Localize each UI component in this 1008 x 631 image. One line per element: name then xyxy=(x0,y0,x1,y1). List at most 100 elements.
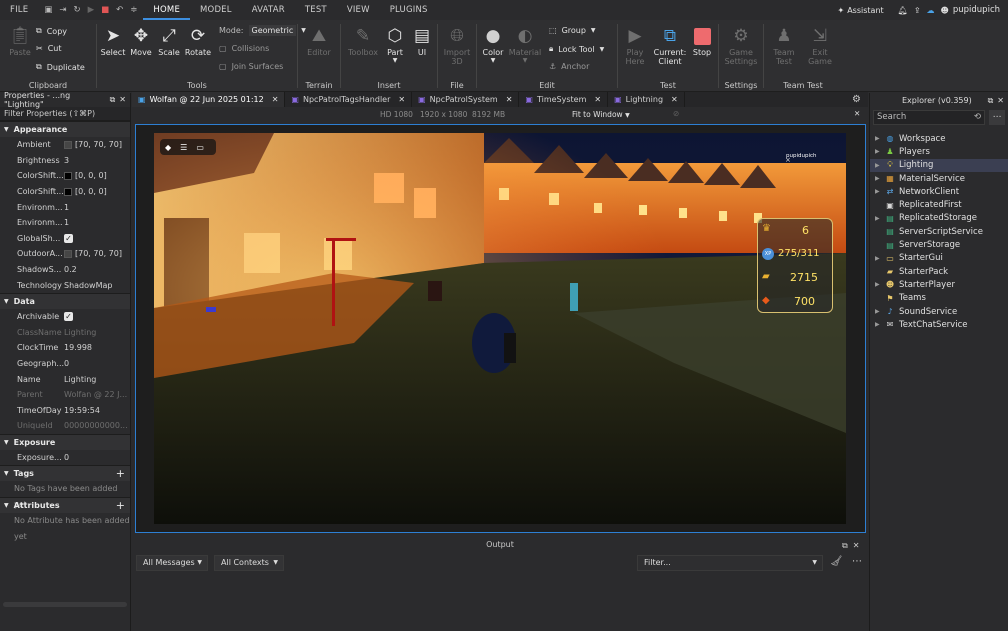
explorer-item-replicatedstorage[interactable]: ▶ ▤ ReplicatedStorage xyxy=(870,212,1008,225)
explorer-item-replicatedfirst[interactable]: ▣ ReplicatedFirst xyxy=(870,198,1008,211)
property-value[interactable]: 0 xyxy=(64,359,130,368)
property-row[interactable]: Geograph... 0 xyxy=(0,356,130,372)
explorer-search-input[interactable]: Search ⟲ xyxy=(873,110,985,125)
history-icon[interactable]: ⟲ xyxy=(974,111,981,124)
expand-arrow-icon[interactable]: ▶ xyxy=(875,308,881,315)
output-log[interactable] xyxy=(132,574,868,631)
explorer-item-workspace[interactable]: ▶ ◍ Workspace xyxy=(870,132,1008,145)
explorer-item-soundservice[interactable]: ▶ ♪ SoundService xyxy=(870,305,1008,318)
explorer-more-icon[interactable]: ⋯ xyxy=(989,110,1005,125)
expand-arrow-icon[interactable]: ▶ xyxy=(875,255,881,262)
game-settings-button[interactable]: ⚙ Game Settings xyxy=(723,26,759,66)
checkbox-checked-icon[interactable]: ✓ xyxy=(64,312,73,322)
exit-game-button[interactable]: ⇲ Exit Game xyxy=(804,26,836,66)
add-tag-icon[interactable]: + xyxy=(116,467,125,480)
toolbox-button[interactable]: ✎ Toolbox xyxy=(345,26,381,57)
explorer-item-startergui[interactable]: ▶ ▭ StarterGui xyxy=(870,252,1008,265)
undock-icon[interactable]: ⧉ xyxy=(842,541,848,551)
all-messages-dropdown[interactable]: All Messages ▼ xyxy=(136,555,208,571)
appearance-section[interactable]: ▼ Appearance xyxy=(0,121,130,137)
property-row[interactable]: Ambient [70, 70, 70] xyxy=(0,137,130,153)
menu-home[interactable]: HOME xyxy=(143,0,191,20)
publish-icon[interactable]: ⇥ xyxy=(59,5,66,15)
scale-button[interactable]: ⤢ Scale xyxy=(155,26,183,57)
terrain-editor-button[interactable]: ⛰ Editor xyxy=(304,26,334,57)
stop-button[interactable]: Stop xyxy=(688,26,716,57)
property-row[interactable]: ClassName Lighting xyxy=(0,325,130,341)
close-icon[interactable]: × xyxy=(785,156,791,164)
property-row[interactable]: Archivable ✓ xyxy=(0,309,130,325)
more-icon[interactable]: ≑ xyxy=(130,5,137,15)
menu-model[interactable]: MODEL xyxy=(190,0,242,20)
chat-bubble-icon[interactable]: ▭ xyxy=(196,143,204,152)
undock-icon[interactable]: ⧉ xyxy=(110,95,116,105)
hamburger-icon[interactable]: ☰ xyxy=(180,143,187,152)
move-button[interactable]: ✥ Move xyxy=(127,26,155,57)
explorer-item-networkclient[interactable]: ▶ ⇄ NetworkClient xyxy=(870,185,1008,198)
color-swatch-icon[interactable] xyxy=(64,140,72,149)
property-row[interactable]: OutdoorA... [70, 70, 70] xyxy=(0,246,130,262)
stop-icon[interactable]: ■ xyxy=(101,5,109,15)
property-row[interactable]: UniqueId 00000000000... xyxy=(0,418,130,434)
rotate-device-icon[interactable]: ⊘ xyxy=(673,109,679,118)
play-here-button[interactable]: ▶ Play Here xyxy=(620,26,650,66)
menu-view[interactable]: VIEW xyxy=(337,0,380,20)
explorer-item-lighting[interactable]: ▶ 💡︎ Lighting xyxy=(870,158,1008,172)
close-icon[interactable]: ✕ xyxy=(997,96,1004,106)
expand-arrow-icon[interactable]: ▶ xyxy=(875,215,881,222)
property-value[interactable]: ShadowMap xyxy=(64,281,130,290)
mode-dropdown[interactable]: Mode: Geometric ▼ xyxy=(219,25,306,36)
refresh-icon[interactable]: ↻ xyxy=(73,5,80,15)
property-value[interactable]: [70, 70, 70] xyxy=(64,249,130,258)
anchor-button[interactable]: ⚓︎ Anchor xyxy=(549,62,589,71)
rotate-button[interactable]: ⟳ Rotate xyxy=(183,26,213,57)
roblox-menu-icon[interactable]: ◆ xyxy=(165,143,171,152)
team-test-button[interactable]: ♟ Team Test xyxy=(768,26,800,66)
expand-arrow-icon[interactable]: ▶ xyxy=(875,321,881,328)
user-icon[interactable]: ☻ xyxy=(941,6,949,15)
tab-settings-icon[interactable]: ⚙ xyxy=(852,94,861,105)
menu-avatar[interactable]: AVATAR xyxy=(242,0,295,20)
collisions-toggle[interactable]: ▢ Collisions xyxy=(219,44,269,53)
part-button[interactable]: ⬡ Part ▼ xyxy=(381,26,409,64)
checkbox-checked-icon[interactable]: ✓ xyxy=(64,233,73,243)
group-button[interactable]: ⬚ Group ▼ xyxy=(549,26,596,35)
property-value[interactable]: 19.998 xyxy=(64,343,130,352)
menu-file[interactable]: FILE xyxy=(0,0,38,20)
output-filter-input[interactable]: Filter... ▼ xyxy=(637,555,823,571)
property-value[interactable]: ✓ xyxy=(64,233,130,243)
expand-arrow-icon[interactable]: ▶ xyxy=(875,135,881,142)
close-emulator-icon[interactable]: ✕ xyxy=(854,109,860,118)
property-value[interactable]: 0.2 xyxy=(64,265,130,274)
ui-button[interactable]: ▤ UI xyxy=(409,26,435,57)
expand-arrow-icon[interactable]: ▶ xyxy=(875,281,881,288)
clear-output-icon[interactable]: 🧹︎ xyxy=(830,556,843,567)
tab-lightning[interactable]: ▣ Lightning ✕ xyxy=(608,92,685,107)
property-value[interactable]: [70, 70, 70] xyxy=(64,140,130,149)
more-options-icon[interactable]: ⋯ xyxy=(852,556,862,567)
property-value[interactable]: [0, 0, 0] xyxy=(64,171,130,180)
expand-arrow-icon[interactable]: ▶ xyxy=(875,188,881,195)
cut-button[interactable]: ✂ Cut xyxy=(36,44,62,53)
property-row[interactable]: GlobalSh... ✓ xyxy=(0,231,130,247)
exposure-section[interactable]: ▼ Exposure xyxy=(0,433,130,450)
explorer-item-serverscriptservice[interactable]: ▤ ServerScriptService xyxy=(870,225,1008,238)
close-tab-icon[interactable]: ✕ xyxy=(506,95,513,104)
close-tab-icon[interactable]: ✕ xyxy=(272,95,279,104)
expand-arrow-icon[interactable]: ▶ xyxy=(875,175,881,182)
tab-wolfan-22-jun-2025-01-12[interactable]: ▣ Wolfan @ 22 Jun 2025 01:12 ✕ xyxy=(132,92,286,107)
property-row[interactable]: TimeOfDay 19:59:54 xyxy=(0,403,130,419)
close-tab-icon[interactable]: ✕ xyxy=(594,95,601,104)
property-row[interactable]: ShadowS... 0.2 xyxy=(0,262,130,278)
close-icon[interactable]: ✕ xyxy=(853,541,860,551)
assistant-button[interactable]: ✦ Assistant xyxy=(838,6,884,15)
material-button[interactable]: ◐ Material ▼ xyxy=(507,26,543,64)
tab-npcpatrolsystem[interactable]: ▣ NpcPatrolSystem ✕ xyxy=(412,92,520,107)
property-value[interactable]: 1 xyxy=(64,218,130,227)
color-swatch-icon[interactable] xyxy=(64,249,72,258)
explorer-item-starterpack[interactable]: ▰ StarterPack xyxy=(870,265,1008,278)
undock-icon[interactable]: ⧉ xyxy=(988,96,994,106)
explorer-item-players[interactable]: ▶ ♟ Players xyxy=(870,145,1008,158)
game-scene[interactable]: ◆ ☰ ▭ pupidupich × ♛ 6 XP 275/311 ▰ 2715… xyxy=(154,133,846,524)
color-swatch-icon[interactable] xyxy=(64,171,72,180)
